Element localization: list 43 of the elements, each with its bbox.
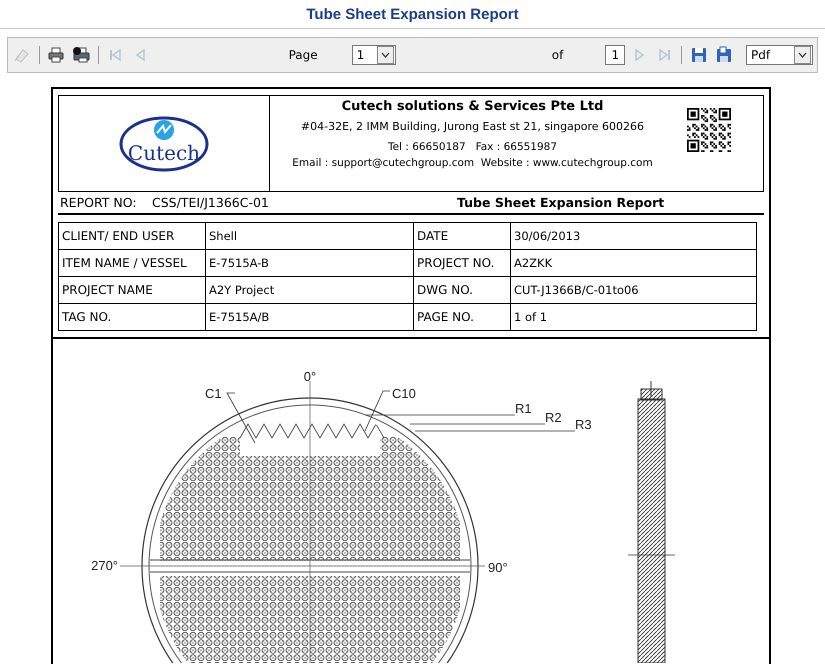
page-label: Page	[288, 48, 318, 62]
drawing-label: 270°	[91, 558, 118, 573]
page-count-field[interactable]: 1	[605, 45, 626, 65]
drawing-label: C10	[392, 386, 416, 401]
field-label: PROJECT NO.	[414, 250, 510, 276]
qr-code-icon	[687, 108, 731, 152]
field-value: 30/06/2013	[510, 222, 756, 250]
drawing-label: 90°	[488, 560, 508, 575]
page-dropdown[interactable]: 1	[352, 45, 396, 65]
report-title: Tube Sheet Expansion Report	[457, 195, 664, 210]
drawing-label: 0°	[304, 369, 316, 384]
field-value: 1 of 1	[510, 304, 756, 330]
drawing-label: R2	[545, 410, 562, 425]
field-label: TAG NO.	[58, 304, 206, 330]
drawing-label: R1	[515, 401, 532, 416]
field-value: Shell	[206, 222, 414, 250]
company-email-website: Email : support@cutechgroup.com Website : www.cutechgroup.com	[292, 157, 653, 169]
of-label: of	[552, 48, 564, 62]
window-title: Tube Sheet Expansion Report	[306, 6, 519, 22]
company-name: Cutech solutions & Services Pte Ltd	[342, 99, 604, 114]
field-label: CLIENT/ END USER	[58, 222, 206, 250]
field-value: E-7515A-B	[206, 250, 414, 276]
field-label: ITEM NAME / VESSEL	[58, 250, 206, 276]
printer-icon	[72, 46, 90, 64]
field-label: PAGE NO.	[414, 304, 510, 330]
company-logo: Cutech	[119, 116, 209, 172]
field-value: A2ZKK	[510, 250, 756, 276]
format-dropdown[interactable]: Pdf	[746, 45, 813, 65]
company-address: #04-32E, 2 IMM Building, Jurong East st 21, singapore 600266	[300, 120, 644, 133]
field-value: A2Y Project	[206, 276, 414, 304]
field-value: CUT-J1366B/C-01to06	[510, 276, 756, 304]
company-phone-fax: Tel : 66650187 Fax : 66551987	[388, 141, 558, 153]
field-value: E-7515A/B	[206, 304, 414, 330]
drawing-label: C1	[205, 386, 222, 401]
caret-icon	[798, 52, 807, 58]
field-label: PROJECT NAME	[58, 276, 206, 304]
field-label: DATE	[414, 222, 510, 250]
report-number-label: REPORT NO:	[60, 195, 138, 210]
report-number: CSS/TEI/J1366C-01	[152, 195, 270, 210]
drawing-label: R3	[575, 417, 592, 432]
field-label: DWG NO.	[414, 276, 510, 304]
caret-icon	[380, 52, 390, 58]
printer-icon	[47, 46, 66, 64]
